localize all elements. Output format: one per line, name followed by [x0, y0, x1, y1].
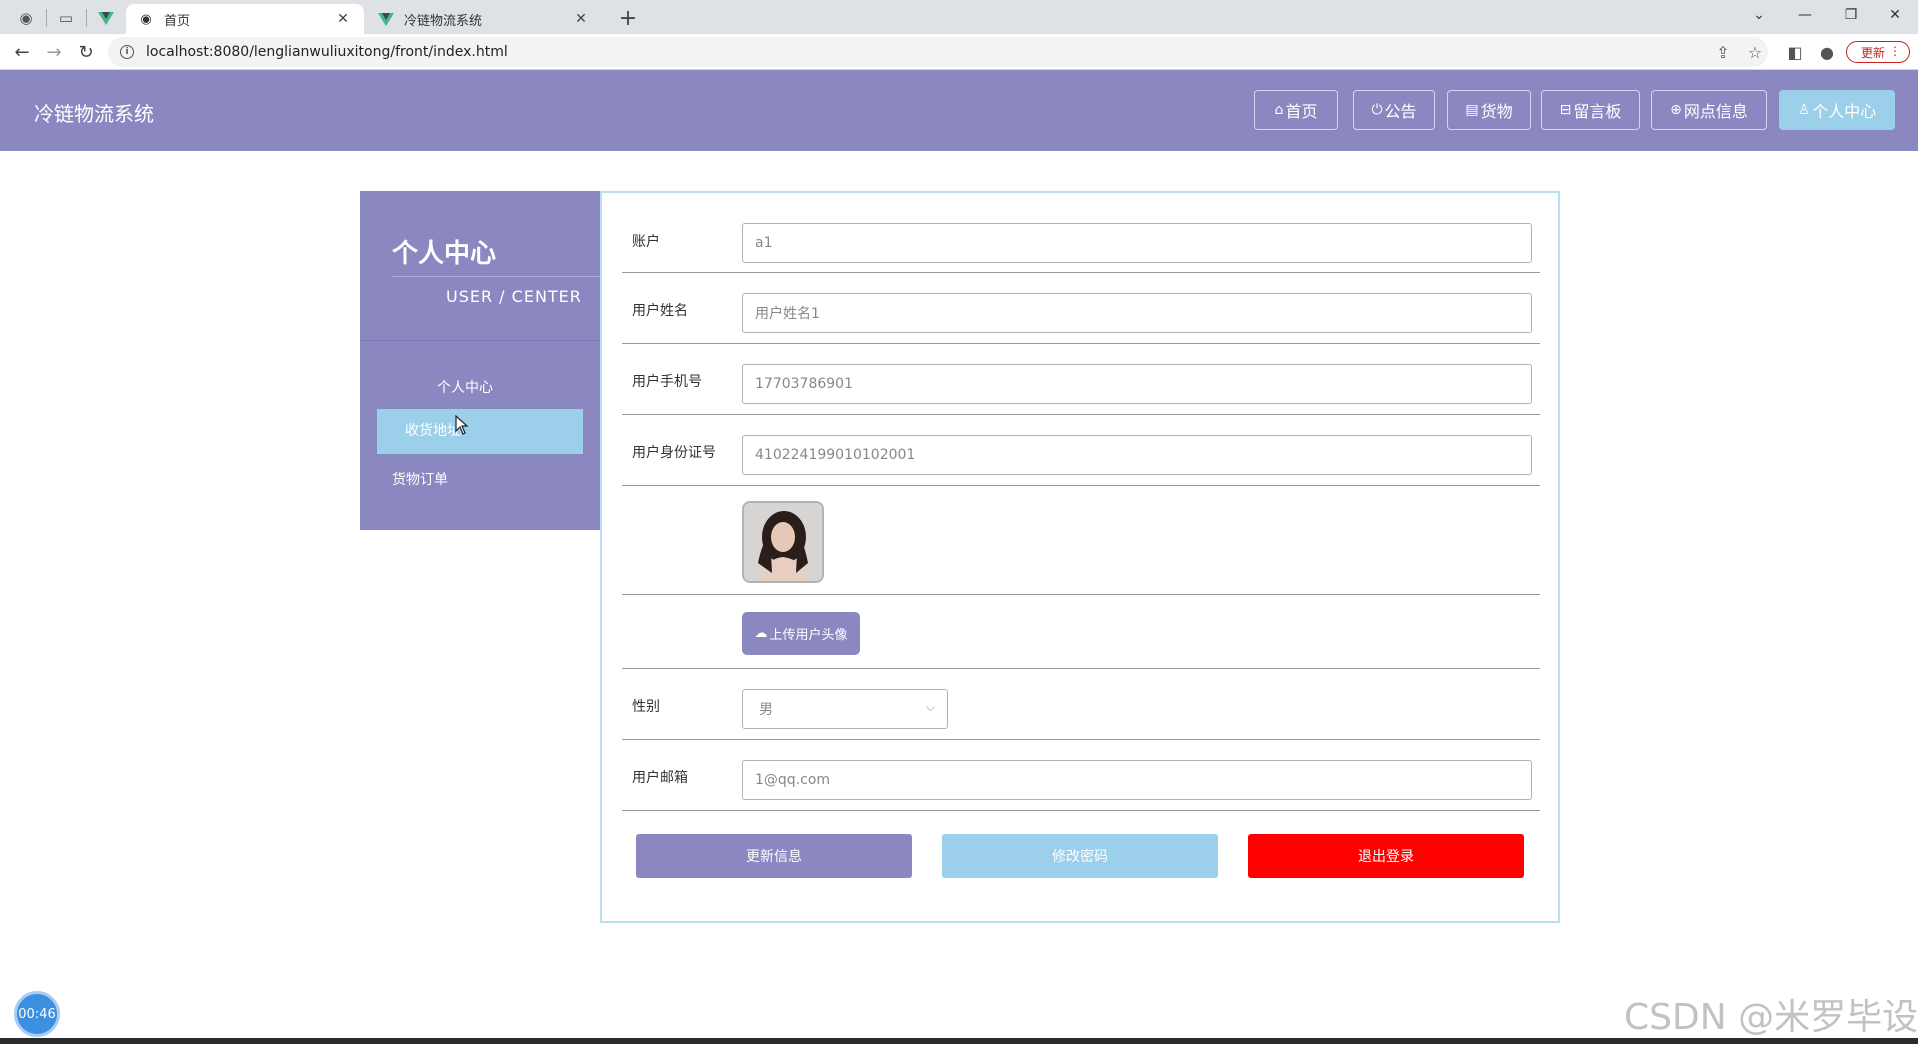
- vue-tab-icon[interactable]: [90, 5, 122, 31]
- nav-label: 留言板: [1573, 102, 1622, 121]
- upload-avatar-button[interactable]: ☁ 上传用户头像: [742, 612, 860, 655]
- browser-tab-bar: ◉ ▭ ◉ 首页 ✕ 冷链物流系统 ✕ + ⌄ — ❐ ✕: [0, 0, 1918, 34]
- sidebar-item-goods-orders[interactable]: 货物订单: [392, 469, 448, 489]
- name-label: 用户姓名: [632, 303, 688, 319]
- tab-search-icon[interactable]: ⌄: [1736, 0, 1782, 30]
- tab-title: 冷链物流系统: [404, 13, 483, 29]
- globe-icon: ⊕: [1670, 102, 1682, 118]
- idcard-label: 用户身份证号: [632, 445, 716, 461]
- site-header: 冷链物流系统 ⌂ 首页 ⏻ 公告 ▤ 货物 ⊟ 留言板 ⊕ 网点信息 ♙ 个人中…: [0, 70, 1918, 151]
- back-icon[interactable]: ←: [8, 38, 36, 66]
- browser-tab-home[interactable]: ◉ 首页 ✕: [126, 4, 364, 34]
- form-row-gender: 性别 男 ⌵: [622, 669, 1540, 740]
- url-text: localhost:8080/lenglianwuliuxitong/front…: [146, 44, 508, 60]
- upload-label: 上传用户头像: [769, 628, 848, 643]
- idcard-input[interactable]: 410224199010102001: [742, 435, 1532, 475]
- recording-timer: 00:46: [14, 991, 60, 1037]
- phone-input[interactable]: 17703786901: [742, 364, 1532, 404]
- name-input[interactable]: 用户姓名1: [742, 293, 1532, 333]
- mouse-cursor-icon: [455, 415, 469, 435]
- info-icon[interactable]: i: [120, 45, 134, 59]
- account-input[interactable]: a1: [742, 223, 1532, 263]
- site-title: 冷链物流系统: [34, 102, 154, 126]
- gender-select[interactable]: 男 ⌵: [742, 689, 948, 729]
- profile-icon[interactable]: ●: [1813, 38, 1841, 66]
- blank-tab-icon[interactable]: ▭: [50, 5, 82, 31]
- form-row-account: 账户 a1: [622, 193, 1540, 273]
- browser-update-button[interactable]: 更新 ⋮: [1846, 41, 1910, 63]
- nav-branch-info[interactable]: ⊕ 网点信息: [1651, 90, 1767, 130]
- sidebar-title: 个人中心: [392, 239, 497, 269]
- new-tab-button[interactable]: +: [614, 4, 642, 32]
- bookmark-star-icon[interactable]: ☆: [1741, 38, 1769, 66]
- reload-icon[interactable]: ↻: [72, 38, 100, 66]
- nav-label: 货物: [1480, 102, 1513, 121]
- email-label: 用户邮箱: [632, 770, 688, 786]
- chevron-down-icon: ⌵: [925, 700, 935, 714]
- forward-icon[interactable]: →: [40, 38, 68, 66]
- window-close-icon[interactable]: ✕: [1872, 0, 1918, 30]
- bottom-bar: [0, 1038, 1918, 1044]
- account-label: 账户: [632, 234, 660, 250]
- nav-label: 公告: [1384, 102, 1417, 121]
- watermark: CSDN @米罗毕设: [1624, 997, 1918, 1038]
- sidebar-subtitle: USER / CENTER: [446, 287, 582, 306]
- nav-personal-center[interactable]: ♙ 个人中心: [1779, 90, 1895, 130]
- gender-label: 性别: [632, 699, 660, 715]
- form-row-name: 用户姓名 用户姓名1: [622, 273, 1540, 344]
- sidebar-divider: [392, 276, 600, 277]
- form-row-idcard: 用户身份证号 410224199010102001: [622, 415, 1540, 486]
- tab-divider: [86, 9, 87, 27]
- url-input[interactable]: i localhost:8080/lenglianwuliuxitong/fro…: [108, 37, 1768, 67]
- form-row-phone: 用户手机号 17703786901: [622, 344, 1540, 415]
- sidebar-divider: [360, 340, 600, 341]
- close-icon[interactable]: ✕: [334, 11, 352, 27]
- user-sidebar: 个人中心 USER / CENTER 个人中心 收货地址 货物订单: [360, 191, 600, 530]
- avatar-image: [744, 503, 822, 581]
- phone-label: 用户手机号: [632, 374, 702, 390]
- minimize-icon[interactable]: —: [1782, 0, 1828, 30]
- globe-icon: ◉: [140, 11, 152, 27]
- close-icon[interactable]: ✕: [572, 11, 590, 27]
- restore-icon[interactable]: ❐: [1828, 0, 1874, 30]
- avatar: [742, 501, 824, 583]
- nav-home[interactable]: ⌂ 首页: [1254, 90, 1338, 130]
- vue-icon: [378, 11, 394, 27]
- message-icon: ⊟: [1559, 102, 1572, 118]
- user-info-form: 账户 a1 用户姓名 用户姓名1 用户手机号 17703786901 用户身份证…: [600, 191, 1560, 923]
- update-info-button[interactable]: 更新信息: [636, 834, 912, 878]
- tab-divider: [46, 9, 47, 27]
- box-icon: ▤: [1465, 102, 1479, 118]
- nav-label: 个人中心: [1812, 102, 1877, 121]
- browser-tab-system[interactable]: 冷链物流系统 ✕: [366, 4, 602, 34]
- browser-address-bar: ← → ↻ i localhost:8080/lenglianwuliuxito…: [0, 34, 1918, 70]
- nav-label: 网点信息: [1683, 102, 1748, 121]
- form-row-upload: ☁ 上传用户头像: [622, 595, 1540, 669]
- nav-message-board[interactable]: ⊟ 留言板: [1541, 90, 1640, 130]
- globe-tab-icon[interactable]: ◉: [10, 5, 42, 31]
- form-row-email: 用户邮箱 1@qq.com: [622, 740, 1540, 811]
- change-password-button[interactable]: 修改密码: [942, 834, 1218, 878]
- update-label: 更新: [1861, 45, 1886, 60]
- nav-goods[interactable]: ▤ 货物: [1447, 90, 1531, 130]
- sidebar-item-personal-center[interactable]: 个人中心: [437, 377, 493, 397]
- user-icon: ♙: [1797, 102, 1811, 118]
- nav-label: 首页: [1285, 102, 1318, 121]
- nav-notice[interactable]: ⏻ 公告: [1353, 90, 1435, 130]
- gender-value: 男: [759, 702, 773, 718]
- tab-title: 首页: [164, 13, 191, 29]
- home-icon: ⌂: [1274, 102, 1284, 118]
- form-row-avatar: [622, 486, 1540, 595]
- sidebar-item-shipping-address[interactable]: 收货地址: [377, 409, 583, 454]
- share-icon[interactable]: ⇪: [1709, 38, 1737, 66]
- logout-button[interactable]: 退出登录: [1248, 834, 1524, 878]
- cloud-upload-icon: ☁: [754, 626, 768, 641]
- more-icon: ⋮: [1889, 44, 1901, 58]
- side-panel-icon[interactable]: ◧: [1781, 38, 1809, 66]
- power-icon: ⏻: [1371, 102, 1383, 118]
- email-input[interactable]: 1@qq.com: [742, 760, 1532, 800]
